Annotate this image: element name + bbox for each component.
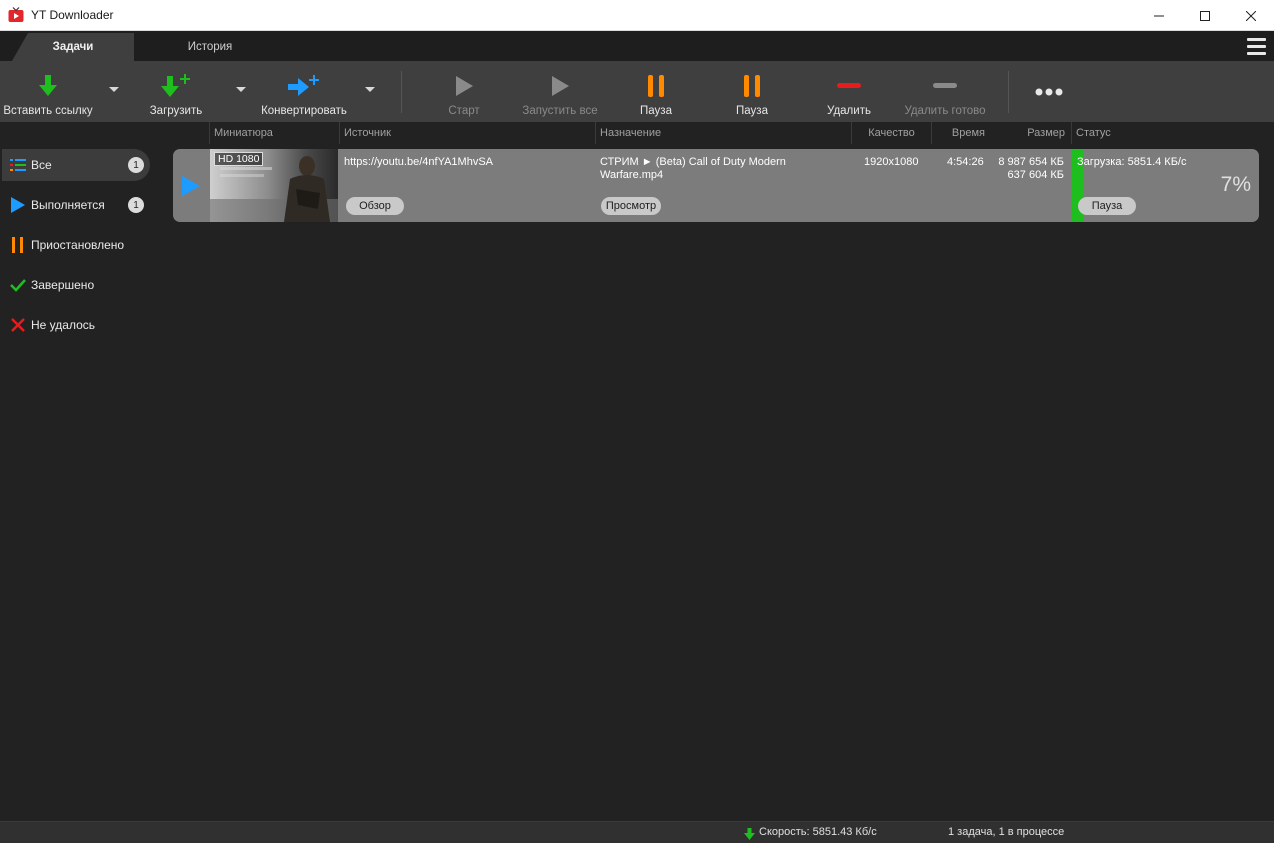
title-bar: YT Downloader: [0, 0, 1274, 31]
browse-button[interactable]: Обзор: [346, 197, 404, 215]
task-row[interactable]: HD 1080 https://youtu.be/4nfYA1MhvSA Обз…: [173, 149, 1259, 222]
delete-completed-button[interactable]: Удалить готово: [899, 61, 991, 122]
cross-icon: [10, 317, 26, 333]
task-source-url: https://youtu.be/4nfYA1MhvSA: [344, 156, 493, 168]
progress-percent: 7%: [1220, 173, 1251, 196]
pause-button[interactable]: Пауза: [626, 61, 686, 122]
download-dropdown-caret-icon[interactable]: [236, 87, 246, 92]
paste-link-dropdown-caret-icon[interactable]: [109, 87, 119, 92]
pause-icon: [647, 71, 665, 101]
sidebar: Все 1 Выполняется 1 Приостановлено Завер…: [0, 146, 160, 821]
convert-dropdown-caret-icon[interactable]: [365, 87, 375, 92]
speed-download-icon: [744, 827, 755, 843]
close-button[interactable]: [1228, 0, 1274, 31]
column-header-row: Миниатюра Источник Назначение Качество В…: [0, 122, 1274, 144]
task-playing-icon: [182, 176, 200, 201]
video-thumbnail[interactable]: HD 1080: [210, 149, 338, 222]
more-options-button[interactable]: [1030, 61, 1068, 122]
pause-all-icon: [743, 71, 761, 101]
download-speed: Скорость: 5851.43 Кб/с: [759, 826, 877, 838]
maximize-button[interactable]: [1182, 0, 1228, 31]
play-icon: [10, 197, 26, 213]
quality-badge: HD 1080: [214, 152, 264, 166]
convert-arrow-icon: [287, 71, 321, 101]
start-button[interactable]: Старт: [434, 61, 494, 122]
count-badge: 1: [128, 157, 144, 173]
column-quality[interactable]: Качество: [851, 122, 931, 144]
sidebar-item-running[interactable]: Выполняется 1: [2, 189, 150, 221]
window-controls: [1136, 0, 1274, 31]
status-bar: Скорость: 5851.43 Кб/с 1 задача, 1 в про…: [0, 821, 1274, 843]
pause-all-button[interactable]: Пауза: [722, 61, 782, 122]
column-status[interactable]: Статус: [1071, 122, 1261, 144]
download-arrow-icon: [38, 71, 58, 101]
column-destination[interactable]: Назначение: [595, 122, 851, 144]
sidebar-item-completed[interactable]: Завершено: [2, 269, 150, 301]
checkmark-icon: [10, 277, 26, 293]
toolbar-divider: [1008, 71, 1009, 113]
pause-icon: [10, 237, 26, 253]
toolbar-divider: [401, 71, 402, 113]
sidebar-item-failed[interactable]: Не удалось: [2, 309, 150, 341]
task-quality: 1920x1080: [864, 156, 919, 168]
list-icon: [10, 157, 26, 173]
start-all-button[interactable]: Запустить все: [518, 61, 602, 122]
window-title: YT Downloader: [31, 8, 114, 22]
download-button[interactable]: Загрузить: [140, 61, 212, 122]
play-all-icon: [550, 71, 570, 101]
delete-button[interactable]: Удалить: [819, 61, 879, 122]
task-status: Загрузка: 5851.4 КБ/с: [1077, 156, 1187, 168]
column-time[interactable]: Время: [931, 122, 989, 144]
task-duration: 4:54:26: [947, 156, 984, 168]
app-window: YT Downloader Задачи История Вставить сс…: [0, 0, 1274, 843]
convert-button[interactable]: Конвертировать: [258, 61, 350, 122]
task-size-downloaded: 637 604 КБ: [1007, 169, 1064, 181]
toolbar: Вставить ссылку Загрузить Конвертировать…: [0, 61, 1274, 122]
delete-completed-minus-icon: [933, 71, 957, 101]
column-source[interactable]: Источник: [339, 122, 595, 144]
play-icon: [454, 71, 474, 101]
column-size[interactable]: Размер: [989, 122, 1071, 144]
paste-link-button[interactable]: Вставить ссылку: [2, 61, 94, 122]
column-thumbnail[interactable]: Миниатюра: [209, 122, 339, 144]
more-dots-icon: [1035, 77, 1063, 107]
sidebar-item-paused[interactable]: Приостановлено: [2, 229, 150, 261]
task-destination-line1: СТРИМ ► (Beta) Call of Duty Modern: [600, 156, 786, 168]
download-add-icon: [160, 71, 192, 101]
tab-tasks[interactable]: Задачи: [12, 33, 134, 61]
preview-button[interactable]: Просмотр: [601, 197, 661, 215]
minimize-button[interactable]: [1136, 0, 1182, 31]
count-badge: 1: [128, 197, 144, 213]
task-pause-button[interactable]: Пауза: [1078, 197, 1136, 215]
sidebar-item-all[interactable]: Все 1: [2, 149, 150, 181]
task-destination-line2: Warfare.mp4: [600, 169, 664, 181]
tabs-bar: Задачи История: [0, 31, 1274, 61]
app-logo-icon: [8, 7, 24, 23]
menu-hamburger-icon[interactable]: [1247, 38, 1266, 55]
delete-minus-icon: [837, 71, 861, 101]
tasks-summary: 1 задача, 1 в процессе: [948, 826, 1065, 838]
task-size-total: 8 987 654 КБ: [998, 156, 1064, 168]
tab-history[interactable]: История: [150, 33, 270, 61]
